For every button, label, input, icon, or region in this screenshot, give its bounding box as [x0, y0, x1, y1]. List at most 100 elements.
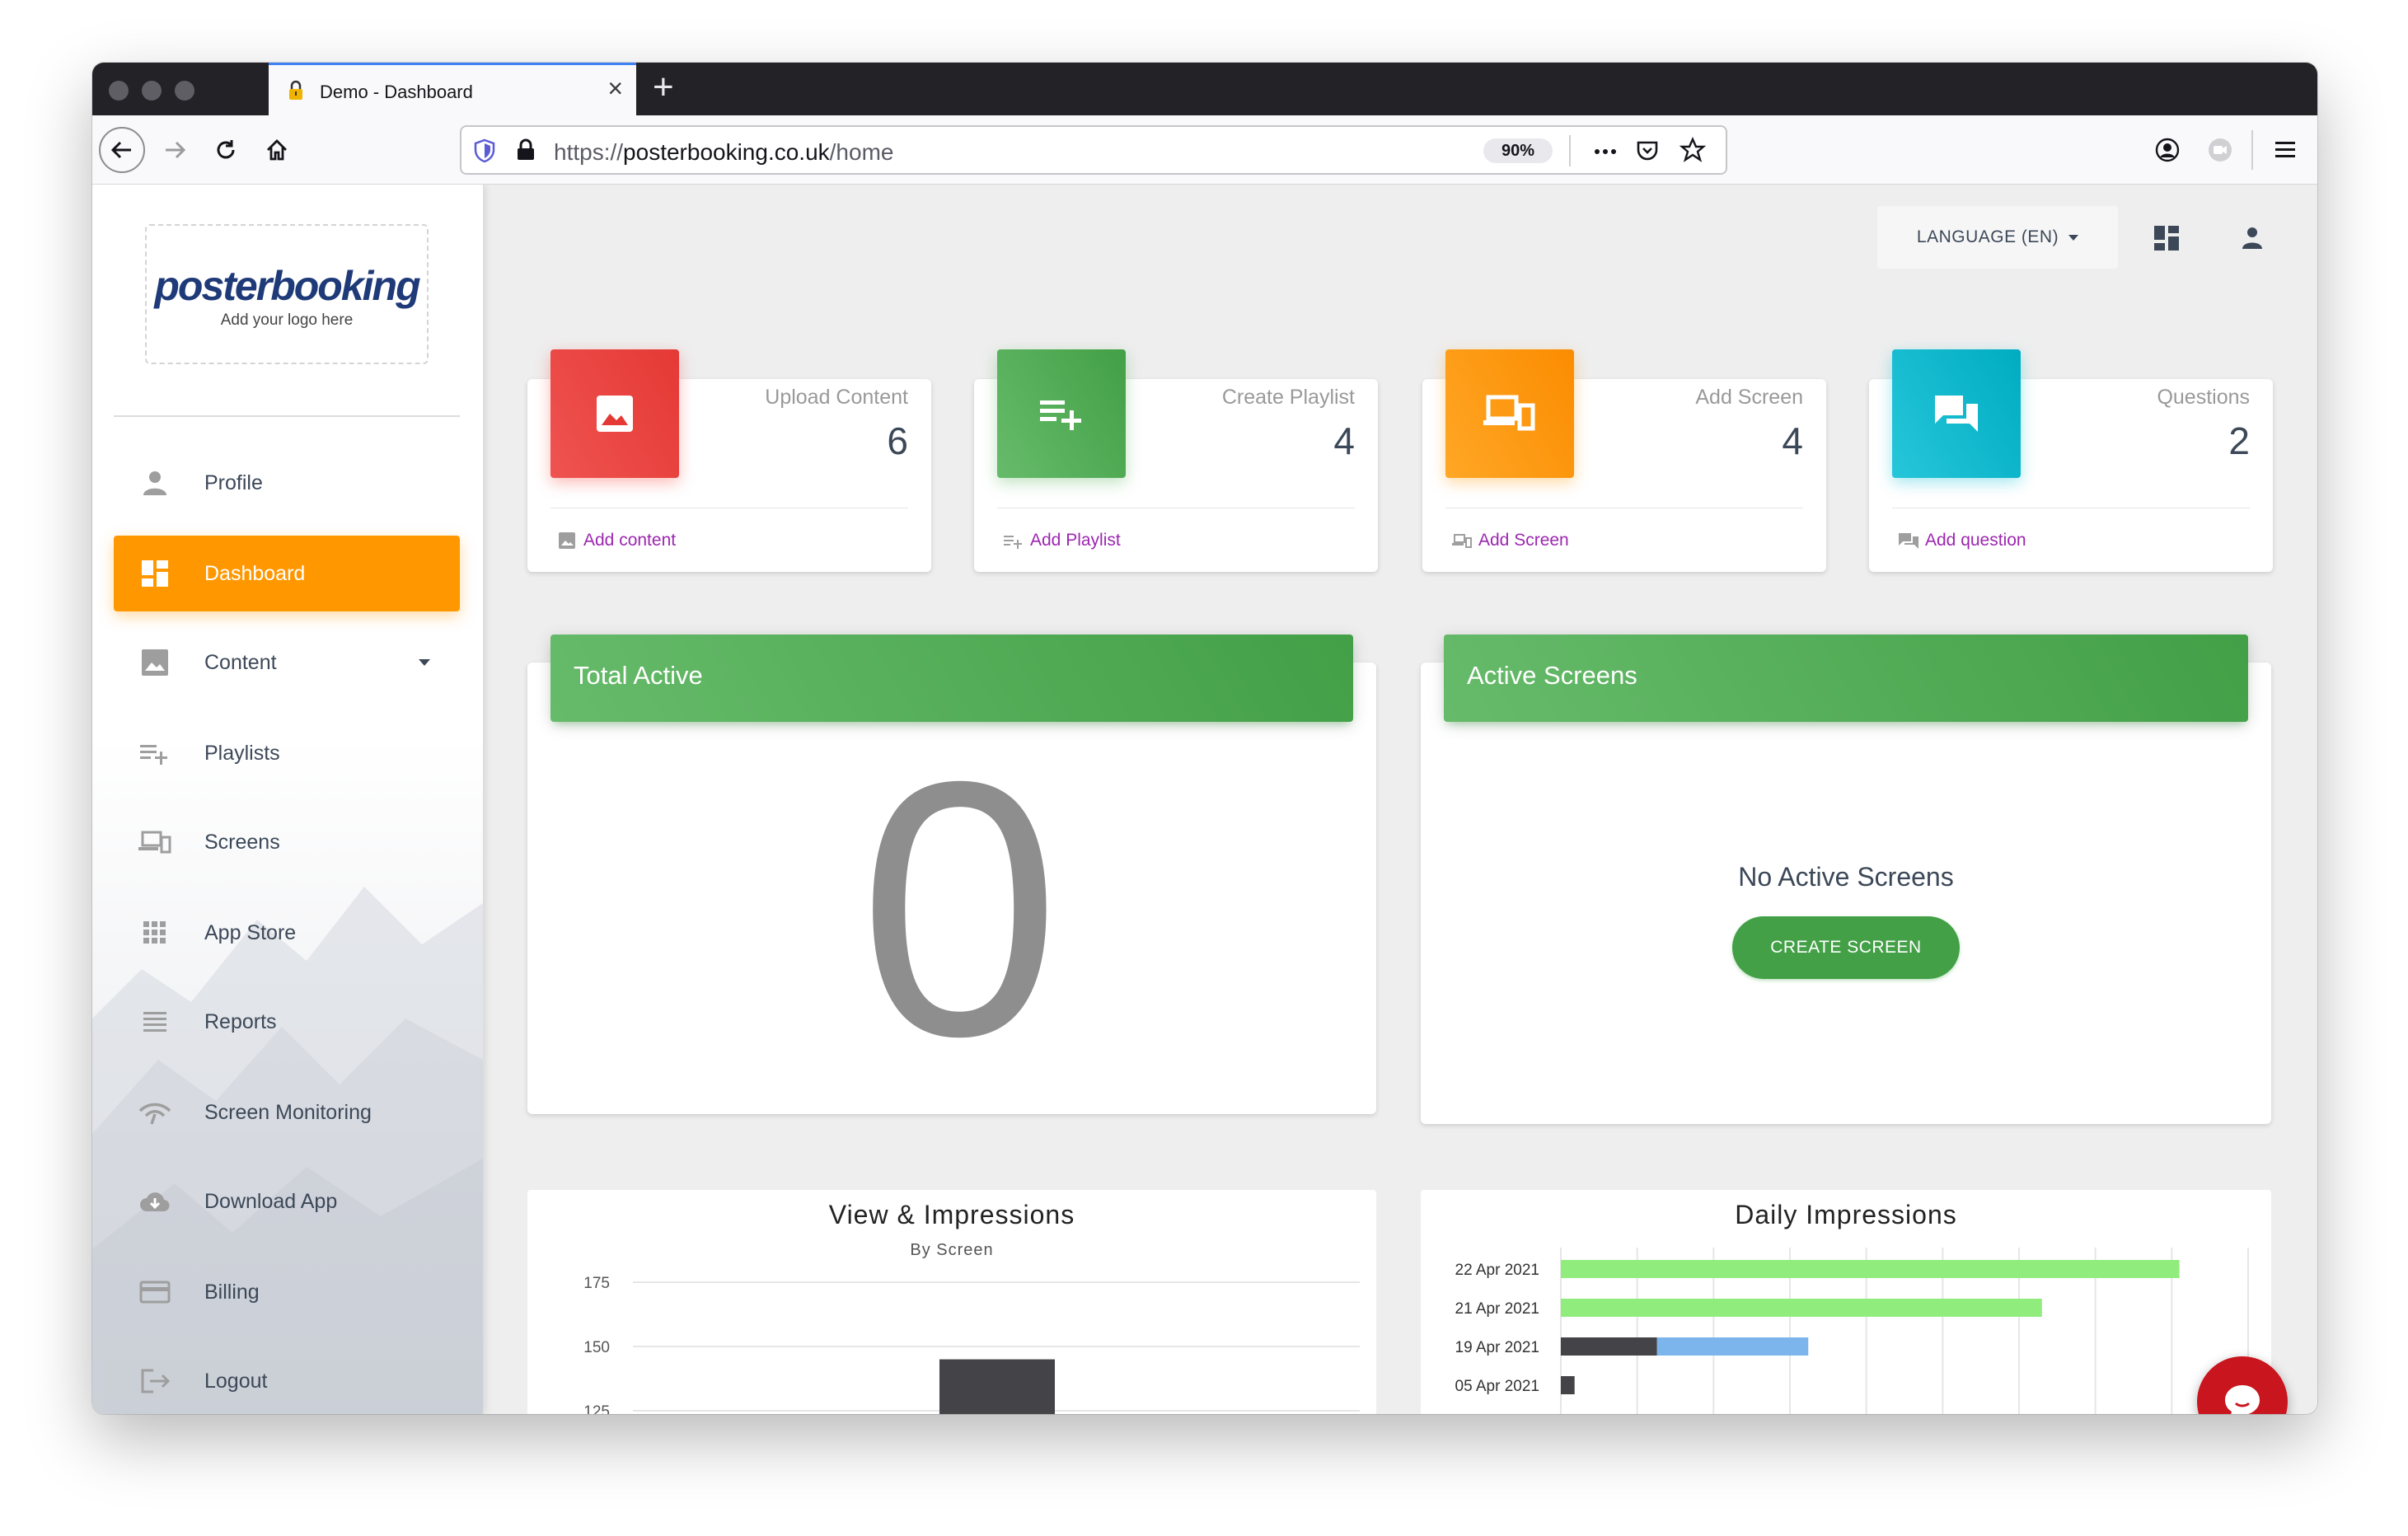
y-category-label: 22 Apr 2021	[1455, 1262, 1539, 1279]
image-icon	[142, 649, 168, 676]
y-tick-label: 125	[583, 1403, 610, 1414]
credit-card-icon	[139, 1281, 171, 1304]
sidebar-item-download-app[interactable]: Download App	[114, 1164, 460, 1239]
page-content: posterbooking Add your logo here Profile…	[92, 185, 2317, 1414]
new-tab-icon[interactable]: +	[653, 69, 674, 105]
bookmark-star-icon[interactable]	[1680, 137, 1706, 163]
y-tick-label: 175	[583, 1275, 610, 1292]
lock-warning-icon	[289, 80, 302, 100]
sidebar-item-dashboard[interactable]: Dashboard	[114, 536, 460, 611]
empty-state-text: No Active Screens	[1738, 862, 1954, 892]
sidebar-item-screens[interactable]: Screens	[114, 804, 460, 880]
view-impressions-chart: View & Impressions By Screen 175 150 125	[527, 1190, 1376, 1414]
hamburger-menu-icon[interactable]	[2273, 138, 2298, 162]
lock-icon[interactable]	[516, 138, 536, 162]
sidebar-item-billing[interactable]: Billing	[114, 1254, 460, 1330]
reload-button[interactable]	[203, 127, 249, 173]
url-scheme: https://	[554, 139, 624, 165]
sidebar-item-reports[interactable]: Reports	[114, 984, 460, 1060]
sidebar-item-label: Billing	[204, 1281, 260, 1304]
sidebar: posterbooking Add your logo here Profile…	[92, 185, 483, 1414]
devices-icon	[138, 831, 171, 854]
dashboard-icon	[142, 560, 168, 587]
window-close-dot[interactable]	[109, 81, 129, 101]
language-dropdown[interactable]: LANGUAGE (EN)	[1877, 206, 2118, 269]
browser-window: Demo - Dashboard × + https://posterbooki…	[92, 63, 2317, 1414]
sidebar-item-label: Playlists	[204, 742, 280, 765]
sidebar-item-logout[interactable]: Logout	[114, 1343, 460, 1414]
create-screen-button[interactable]: CREATE SCREEN	[1732, 916, 1960, 979]
daily-impressions-chart: Daily Impressions 22 Apr 2021 21 Apr 2021…	[1421, 1190, 2271, 1414]
card-value: 2	[2228, 419, 2250, 462]
y-category-label: 19 Apr 2021	[1455, 1339, 1539, 1356]
signal-icon	[138, 1103, 171, 1125]
chevron-down-icon[interactable]	[419, 659, 430, 666]
add-screen-link[interactable]: Add Screen	[1452, 531, 1569, 550]
account-circle-icon[interactable]	[2154, 137, 2181, 163]
bar-segment	[1561, 1299, 2042, 1317]
panel-title: Active Screens	[1467, 661, 1637, 690]
upload-content-card: Upload Content 6 Add content	[527, 349, 931, 572]
person-icon[interactable]	[2238, 224, 2266, 252]
sidebar-item-playlists[interactable]: Playlists	[114, 715, 460, 791]
url-text[interactable]: https://posterbooking.co.uk/home	[554, 139, 893, 166]
sidebar-item-label: Logout	[204, 1370, 268, 1393]
browser-toolbar: https://posterbooking.co.uk/home 90%	[92, 115, 2317, 185]
dashboard-icon[interactable]	[2153, 224, 2181, 252]
active-screens-panel	[1421, 663, 2271, 1124]
card-value: 4	[1782, 419, 1803, 462]
bar-segment	[1561, 1337, 1657, 1356]
image-icon	[597, 396, 633, 432]
caret-down-icon	[2068, 234, 2079, 241]
arrow-right-icon	[166, 141, 186, 159]
card-link-label: Add Screen	[1478, 531, 1569, 550]
playlist-add-icon	[1004, 536, 1022, 549]
sidebar-item-label: Screens	[204, 831, 280, 854]
address-bar[interactable]: https://posterbooking.co.uk/home 90%	[460, 125, 1727, 175]
y-tick-label: 150	[583, 1339, 610, 1356]
chat-icon	[2225, 1385, 2260, 1414]
home-button[interactable]	[254, 127, 300, 173]
questions-card: Questions 2 Add question	[1869, 349, 2273, 572]
bar-segment	[1656, 1337, 1809, 1356]
extension-camera-icon[interactable]	[2207, 137, 2233, 163]
active-screens-header: Active Screens	[1444, 635, 2248, 722]
window-zoom-dot[interactable]	[175, 81, 194, 101]
shield-icon[interactable]	[473, 138, 496, 163]
forum-icon	[1935, 396, 1978, 432]
bar-segment	[1561, 1260, 2180, 1278]
sidebar-item-label: App Store	[204, 921, 297, 944]
sidebar-item-label: Reports	[204, 1010, 277, 1033]
playlist-add-icon	[1040, 400, 1081, 430]
window-minimize-dot[interactable]	[142, 81, 162, 101]
sidebar-item-app-store[interactable]: App Store	[114, 895, 460, 971]
add-playlist-link[interactable]: Add Playlist	[1004, 531, 1121, 550]
url-divider	[1569, 135, 1571, 166]
sidebar-item-label: Profile	[204, 471, 263, 494]
logo-placeholder[interactable]: posterbooking Add your logo here	[145, 224, 429, 364]
sidebar-item-screen-monitoring[interactable]: Screen Monitoring	[114, 1075, 460, 1150]
browser-tab[interactable]: Demo - Dashboard ×	[269, 63, 636, 115]
card-link-label: Add content	[583, 531, 677, 550]
back-button[interactable]	[99, 127, 145, 173]
pocket-icon[interactable]	[1635, 138, 1660, 163]
add-content-link[interactable]: Add content	[557, 531, 676, 550]
sidebar-divider	[114, 415, 460, 417]
forward-button[interactable]	[152, 127, 198, 173]
tab-close-icon[interactable]: ×	[607, 75, 623, 101]
card-value: 6	[887, 419, 908, 462]
apps-grid-icon	[143, 921, 166, 944]
sidebar-item-profile[interactable]: Profile	[114, 445, 460, 521]
zoom-level-badge[interactable]: 90%	[1483, 138, 1553, 163]
sidebar-item-content[interactable]: Content	[114, 625, 460, 700]
language-label: LANGUAGE (EN)	[1916, 227, 2059, 246]
reports-lines-icon	[143, 1012, 166, 1032]
more-actions-icon[interactable]	[1590, 142, 1620, 162]
bar	[939, 1359, 1055, 1414]
url-path: /home	[829, 139, 894, 165]
y-category-label: 05 Apr 2021	[1455, 1378, 1539, 1395]
add-question-link[interactable]: Add question	[1899, 531, 2026, 550]
card-link-label: Add question	[1925, 531, 2026, 550]
reload-icon	[217, 140, 235, 159]
card-title: Upload Content	[765, 386, 908, 409]
